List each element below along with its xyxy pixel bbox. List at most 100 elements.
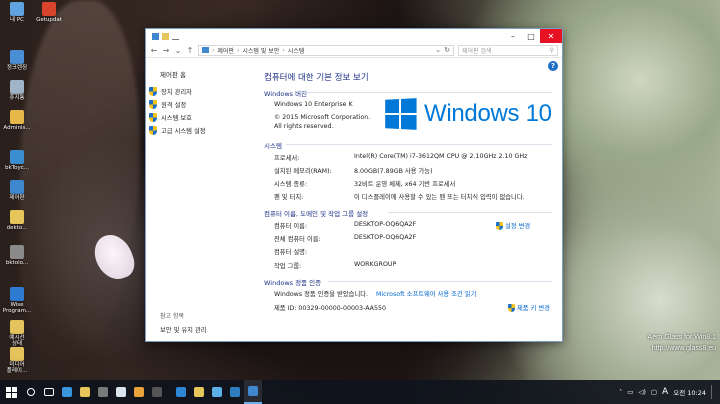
show-hidden-icons-chevron-icon[interactable]: ˄ — [619, 388, 622, 396]
system-tray: ˄ ▭ ◁) ▢ A 오전 10:24 — [619, 385, 720, 399]
system-type-value: 32비트 운영 체제, x64 기반 프로세서 — [354, 181, 456, 188]
change-settings-link[interactable]: 설정 변경 — [496, 221, 530, 230]
folder-icon[interactable] — [162, 32, 169, 40]
desktop-icon-label: 예시선 상태 — [9, 335, 25, 348]
breadcrumb-separator[interactable]: › — [282, 47, 284, 54]
explorer-icon — [80, 387, 90, 397]
action-center-icon[interactable]: ▢ — [651, 388, 657, 396]
store-icon — [98, 387, 108, 397]
maximize-button[interactable]: □ — [522, 29, 540, 43]
quick-access-chevron-icon[interactable] — [172, 33, 179, 40]
taskbar-store[interactable] — [94, 380, 112, 404]
edge-icon — [62, 387, 72, 397]
search-icon: ⚲ — [549, 46, 554, 54]
clock[interactable]: 오전 10:24 — [673, 387, 706, 397]
see-also-heading: 참고 항목 — [160, 313, 184, 320]
desktop-icon-this-pc[interactable]: 내 PC — [2, 2, 32, 32]
desktop-icon-recycle-bin[interactable]: 휴지통 — [2, 80, 32, 110]
processor-value: Intel(R) Core(TM) i7-3612QM CPU @ 2.10GH… — [354, 153, 528, 160]
file-icon — [10, 150, 24, 164]
show-desktop-button[interactable] — [711, 385, 714, 399]
title-bar[interactable]: – □ ✕ — [146, 29, 562, 43]
minimize-button[interactable]: – — [504, 29, 522, 43]
divider — [388, 212, 552, 213]
volume-icon[interactable]: ◁) — [638, 388, 646, 396]
address-bar-row: ← → ⌄ ↑ › 제어판 › 시스템 및 보안 › 시스템 ⌄ ↻ 제어판 검… — [146, 43, 562, 58]
taskbar-system-window[interactable] — [244, 380, 262, 404]
pen-touch-label: 펜 및 터치: — [274, 194, 304, 201]
desktop-icon-getupdate[interactable]: Getupdat — [34, 2, 64, 32]
taskbar-app-e[interactable] — [226, 380, 244, 404]
desktop-icon-deskto[interactable]: dekto... — [2, 210, 32, 240]
desktop-icon-control-panel[interactable]: 제어판 — [2, 180, 32, 210]
taskbar-app-a[interactable] — [112, 380, 130, 404]
task-view-button[interactable] — [40, 380, 58, 404]
advanced-system-settings-link[interactable]: 고급 시스템 설정 — [149, 124, 206, 137]
license-terms-link[interactable]: Microsoft 소프트웨어 사용 조건 읽기 — [376, 289, 476, 298]
breadcrumb-separator[interactable]: › — [212, 47, 214, 54]
network-icon[interactable]: ▭ — [627, 388, 633, 396]
folder-icon — [10, 210, 24, 224]
taskbar-folder[interactable] — [190, 380, 208, 404]
breadcrumb-separator[interactable]: › — [237, 47, 239, 54]
forward-arrow-icon[interactable]: → — [162, 46, 170, 55]
security-maintenance-link[interactable]: 보안 및 유지 관리 — [160, 325, 207, 334]
aero-glass-watermark: Aero Glass for Win8.1 — [647, 334, 716, 341]
recent-dropdown-icon[interactable]: ⌄ — [174, 46, 182, 55]
desktop-icon-network[interactable]: 정크렌징 — [2, 50, 32, 80]
desktop-icon-label: dekto... — [6, 225, 28, 231]
search-button[interactable] — [22, 380, 40, 404]
taskbar-app-c[interactable] — [148, 380, 166, 404]
processor-label: 프로세서: — [274, 155, 300, 162]
taskbar-explorer[interactable] — [76, 380, 94, 404]
refresh-icon[interactable]: ↻ — [444, 46, 450, 54]
ime-indicator[interactable]: A — [662, 387, 668, 397]
ram-label: 설치된 메모리(RAM): — [274, 168, 332, 175]
up-arrow-icon[interactable]: ↑ — [186, 46, 194, 55]
desktop-icon-bktolo[interactable]: bktolo... — [2, 245, 32, 275]
shield-icon — [149, 87, 157, 96]
breadcrumb-control-panel[interactable]: 제어판 — [217, 46, 234, 55]
control-panel-home-link[interactable]: 제어판 홈 — [160, 69, 186, 79]
system-header: 시스템 — [264, 142, 282, 150]
desktop-icon-wise-program[interactable]: Wise Program... — [2, 287, 32, 317]
control-panel-icon — [10, 180, 24, 194]
workgroup-label: 작업 그룹: — [274, 263, 302, 270]
address-dropdown-icon[interactable]: ⌄ — [435, 46, 441, 54]
desktop-icon-folder-b[interactable]: 미디어 플레이... — [2, 347, 32, 377]
desktop-icon-label: Wise Program... — [2, 302, 32, 315]
change-key-label: 제품 키 변경 — [517, 305, 550, 312]
system-type-label: 시스템 종류: — [274, 181, 308, 188]
windows-logo: Windows 10 — [384, 98, 552, 130]
remote-settings-link[interactable]: 원격 설정 — [149, 98, 206, 111]
divider — [300, 92, 552, 93]
address-box[interactable]: › 제어판 › 시스템 및 보안 › 시스템 ⌄ ↻ — [198, 44, 454, 56]
description-label: 컴퓨터 설명: — [274, 249, 308, 256]
breadcrumb-system[interactable]: 시스템 — [288, 46, 305, 55]
workgroup-value: WORKGROUP — [354, 261, 397, 268]
search-input[interactable]: 제어판 검색 ⚲ — [458, 44, 558, 56]
main-pane: 컴퓨터에 대한 기본 정보 보기 Windows 버전 Windows 10 E… — [260, 59, 562, 341]
start-button[interactable] — [0, 380, 22, 404]
desktop-icon-label: 미디어 플레이... — [6, 362, 28, 375]
office-icon — [42, 2, 56, 16]
taskbar-ie[interactable] — [172, 380, 190, 404]
taskbar-app-b[interactable] — [130, 380, 148, 404]
computer-name-value: DESKTOP-OQ6QA2F — [354, 221, 417, 228]
edition-value: Windows 10 Enterprise K — [274, 101, 353, 108]
computer-name-label: 컴퓨터 이름: — [274, 223, 308, 230]
device-manager-link[interactable]: 장치 관리자 — [149, 85, 206, 98]
desktop-icon-folder-a[interactable]: 예시선 상태 — [2, 320, 32, 350]
back-arrow-icon[interactable]: ← — [150, 46, 158, 55]
taskbar-app-d[interactable] — [208, 380, 226, 404]
close-button[interactable]: ✕ — [540, 29, 562, 43]
desktop-icon-administrator[interactable]: Adminis... — [2, 110, 32, 140]
desktop-icon-bktoyc[interactable]: bkToyc... — [2, 150, 32, 180]
app-icon — [10, 287, 24, 301]
full-name-label: 전체 컴퓨터 이름: — [274, 236, 321, 243]
pen-touch-value: 이 디스플레이에 사용할 수 있는 펜 또는 터치식 입력이 없습니다. — [354, 194, 525, 201]
taskbar-edge[interactable] — [58, 380, 76, 404]
change-product-key-link[interactable]: 제품 키 변경 — [508, 303, 550, 312]
breadcrumb-system-security[interactable]: 시스템 및 보안 — [242, 46, 279, 55]
system-protection-link[interactable]: 시스템 보호 — [149, 111, 206, 124]
